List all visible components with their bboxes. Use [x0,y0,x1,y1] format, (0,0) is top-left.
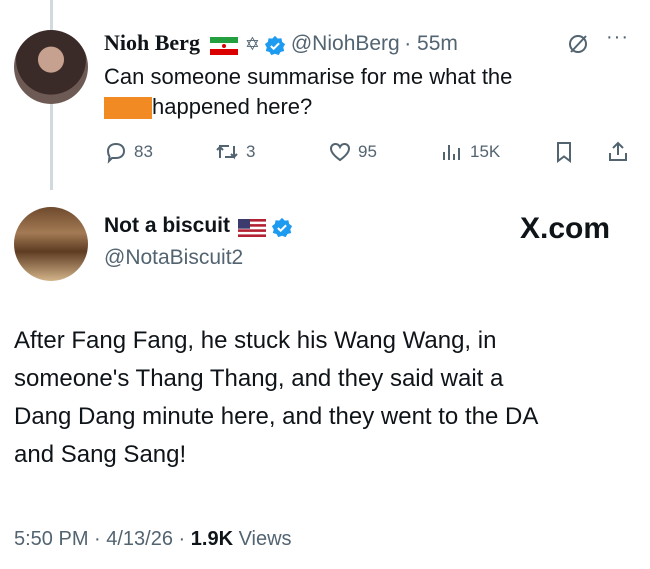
star-of-david-icon: ✡ [244,34,260,54]
verified-badge-icon [271,217,293,237]
reply-count: 83 [134,142,153,161]
redaction-block [104,97,152,120]
tweet1-display-name[interactable]: Nioh Berg [104,30,200,55]
bookmark-icon[interactable] [552,140,576,164]
views-button[interactable]: 15K [440,140,500,164]
tweet2-display-name[interactable]: Not a biscuit [104,214,230,237]
reply-button[interactable]: 83 [104,140,153,164]
us-flag-icon [238,218,267,237]
views-chart-icon [443,145,460,160]
avatar-not-a-biscuit[interactable] [14,207,88,281]
tweet2-body: After Fang Fang, he stuck his Wang Wang,… [14,322,644,474]
tweet2-handle[interactable]: @NotaBiscuit2 [104,246,243,270]
heart-icon [329,142,351,162]
tweet2-body-line: After Fang Fang, he stuck his Wang Wang,… [14,327,497,354]
grok-icon[interactable] [566,32,590,56]
like-button[interactable]: 95 [328,140,377,164]
repost-icon [216,144,238,160]
tweet1-header: Nioh Berg ✡ @NiohBerg · 55m [104,30,458,57]
share-icon[interactable] [606,140,630,164]
tweet2-views-count: 1.9K [190,528,234,550]
tweet1-text-line1: Can someone summarise for me what the [104,64,513,89]
tweet2-body-line: and Sang Sang! [14,441,187,468]
like-count: 95 [358,142,377,161]
tweet2-body-line: Dang Dang minute here, and they went to … [14,403,539,430]
tweet1-text: Can someone summarise for me what the ha… [104,62,624,122]
tweet1-text-line2: happened here? [152,94,313,119]
repost-button[interactable]: 3 [214,140,255,164]
tweet1-timestamp[interactable]: · 55m [404,32,458,55]
x-com-watermark: X.com [520,212,611,245]
tweet1-text-line2-row: happened here? [104,92,624,122]
avatar-nioh-berg[interactable] [14,30,88,104]
reply-icon [106,142,126,164]
tweet2-body-line: someone's Thang Thang, and they said wai… [14,365,504,392]
tweet2-header: Not a biscuit [104,214,293,239]
more-options-icon[interactable]: ··· [606,26,629,49]
tweet2-footer: 5:50 PM · 4/13/26 · 1.9K Views [14,528,292,551]
verified-badge-icon [265,35,286,55]
tweet1-handle[interactable]: @NiohBerg [291,32,400,55]
tweet2-timestamp[interactable]: 5:50 PM · 4/13/26 · [14,528,191,550]
iran-flag-icon [210,36,239,55]
repost-count: 3 [246,142,256,161]
tweet2-views-label: Views [233,528,292,550]
views-count: 15K [470,142,501,161]
